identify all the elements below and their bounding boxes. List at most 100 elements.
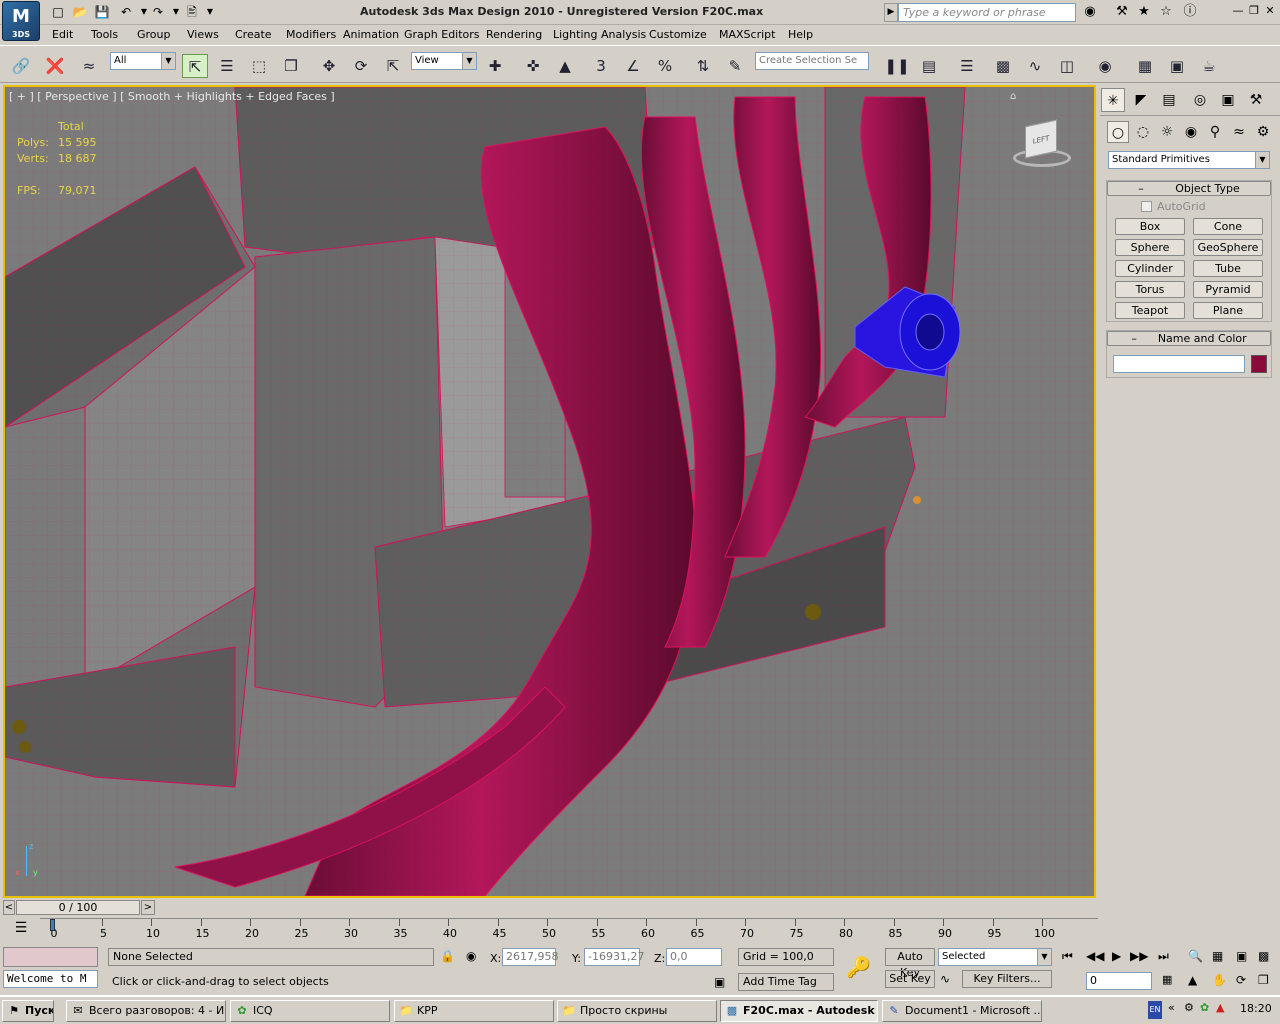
material-editor-icon[interactable]: ◉ (1092, 54, 1118, 78)
quick-render-icon[interactable]: ☕ (1196, 54, 1222, 78)
tray-network-icon[interactable]: ⚙ (1184, 1001, 1194, 1014)
align-icon[interactable]: ▤ (916, 54, 942, 78)
cylinder-button[interactable]: Cylinder (1115, 260, 1185, 277)
box-button[interactable]: Box (1115, 218, 1185, 235)
quick-access-dropdown-icon[interactable]: ▼ (200, 3, 220, 21)
maxscript-output[interactable]: Welcome to M (3, 970, 98, 988)
object-color-swatch[interactable] (1251, 355, 1267, 373)
display-tab-icon[interactable]: ▣ (1216, 88, 1240, 112)
curve-editor-icon[interactable]: ∿ (1022, 54, 1048, 78)
selection-filter-select[interactable]: All ▼ (110, 52, 176, 70)
open-file-icon[interactable]: 📂 (70, 3, 90, 21)
name-color-rollout-header[interactable]: – Name and Color (1107, 331, 1271, 346)
object-type-rollout-header[interactable]: – Object Type (1107, 181, 1271, 196)
pivot-center-icon[interactable]: ✚ (482, 54, 508, 78)
select-by-name-icon[interactable]: ☰ (214, 54, 240, 78)
favorites-icon[interactable]: ☆ (1156, 3, 1176, 21)
maximize-viewport-icon[interactable]: ❐ (1258, 973, 1269, 987)
zoom-extents-all-icon[interactable]: ▩ (1258, 949, 1269, 963)
x-coord-field[interactable]: 2617,958 (502, 948, 559, 966)
cone-button[interactable]: Cone (1193, 218, 1263, 235)
project-folder-icon[interactable]: 🖹 (182, 3, 202, 21)
restore-icon[interactable]: ❐ (1246, 4, 1262, 19)
save-file-icon[interactable]: 💾 (92, 3, 112, 21)
object-name-input[interactable] (1113, 355, 1245, 373)
home-icon[interactable]: ⌂ (1010, 91, 1020, 102)
help-icon[interactable]: ⓘ (1180, 3, 1200, 21)
menu-graph-editors[interactable]: Graph Editors (404, 28, 480, 41)
trackbar-current-frame-marker[interactable] (50, 919, 55, 931)
viewcube-face-left[interactable]: LEFT (1025, 119, 1057, 159)
motion-tab-icon[interactable]: ◎ (1188, 88, 1212, 112)
menu-lighting-analysis[interactable]: Lighting Analysis (553, 28, 646, 41)
task-word[interactable]: ✎ Document1 - Microsoft ... (882, 1000, 1042, 1022)
y-coord-field[interactable]: -16931,27 (584, 948, 644, 966)
select-and-scale-icon[interactable]: ⇱ (380, 54, 406, 78)
create-tab-icon[interactable]: ✳ (1101, 88, 1125, 112)
menu-animation[interactable]: Animation (343, 28, 399, 41)
zoom-all-icon[interactable]: ▦ (1212, 949, 1223, 963)
next-frame-icon[interactable]: ▶▶ (1130, 949, 1148, 963)
task-chat[interactable]: ✉ Всего разговоров: 4 - И... (66, 1000, 226, 1022)
close-icon[interactable]: ✕ (1262, 4, 1278, 19)
key-tangent-icon[interactable]: ∿ (940, 972, 950, 986)
z-coord-field[interactable]: 0,0 (666, 948, 722, 966)
field-of-view-icon[interactable]: ▲ (1188, 973, 1197, 987)
systems-category-icon[interactable]: ⚙ (1252, 121, 1274, 143)
undo-icon[interactable]: ↶ (116, 3, 136, 21)
maxscript-mini-listener[interactable] (3, 947, 98, 967)
pyramid-button[interactable]: Pyramid (1193, 281, 1263, 298)
geometry-category-icon[interactable]: ○ (1107, 121, 1129, 143)
add-time-tag-button[interactable]: Add Time Tag (738, 973, 834, 991)
shapes-category-icon[interactable]: ◌ (1132, 121, 1154, 143)
modify-tab-icon[interactable]: ◤ (1129, 88, 1153, 112)
task-kpp-folder[interactable]: 📁 KPP (394, 1000, 554, 1022)
autogrid-checkbox[interactable] (1141, 201, 1152, 212)
set-key-icon[interactable]: 🔑 (846, 955, 871, 979)
minimize-icon[interactable]: — (1230, 4, 1246, 19)
auto-key-button[interactable]: Auto Key (885, 948, 935, 979)
task-3dsmax[interactable]: ▩ F20C.max - Autodesk ... (720, 1000, 878, 1022)
redo-icon[interactable]: ↷ (148, 3, 168, 21)
task-screenshots-folder[interactable]: 📁 Просто скрины (557, 1000, 717, 1022)
tube-button[interactable]: Tube (1193, 260, 1263, 277)
infocenter-search-input[interactable]: Type a keyword or phrase (898, 3, 1076, 22)
menu-group[interactable]: Group (137, 28, 171, 41)
pan-icon[interactable]: ✋ (1212, 973, 1227, 987)
lock-selection-icon[interactable]: 🔒 (440, 949, 455, 963)
application-button[interactable]: M 3DS (2, 1, 40, 41)
menu-modifiers[interactable]: Modifiers (286, 28, 336, 41)
communication-icon[interactable]: ★ (1134, 3, 1154, 21)
tray-icq-icon[interactable]: ✿ (1200, 1001, 1209, 1014)
unlink-icon[interactable]: ❌ (42, 54, 68, 78)
select-and-move-icon[interactable]: ✥ (316, 54, 342, 78)
snaps-toggle-icon[interactable]: 3 (588, 54, 614, 78)
menu-help[interactable]: Help (788, 28, 813, 41)
time-slider-prev-button[interactable]: < (3, 900, 15, 915)
menu-rendering[interactable]: Rendering (486, 28, 542, 41)
cameras-category-icon[interactable]: ◉ (1180, 121, 1202, 143)
start-button[interactable]: ⚑ Пуск (2, 1000, 54, 1022)
absolute-mode-icon[interactable]: ◉ (466, 949, 476, 963)
schematic-view-icon[interactable]: ◫ (1054, 54, 1080, 78)
search-expand-icon[interactable]: ▶ (884, 3, 898, 22)
go-to-start-icon[interactable]: ⏮ (1062, 949, 1073, 964)
utilities-tab-icon[interactable]: ⚒ (1244, 88, 1268, 112)
go-to-end-icon[interactable]: ⏭ (1158, 949, 1169, 964)
play-icon[interactable]: ▶ (1112, 949, 1121, 963)
menu-views[interactable]: Views (187, 28, 219, 41)
teapot-button[interactable]: Teapot (1115, 302, 1185, 319)
graphite-ribbon-icon[interactable]: ▩ (990, 54, 1016, 78)
edit-named-selection-icon[interactable]: ✎ (722, 54, 748, 78)
layer-manager-icon[interactable]: ☰ (954, 54, 980, 78)
menu-maxscript[interactable]: MAXScript (719, 28, 775, 41)
perspective-viewport[interactable]: [ + ] [ Perspective ] [ Smooth + Highlig… (3, 85, 1096, 898)
menu-edit[interactable]: Edit (52, 28, 73, 41)
window-crossing-icon[interactable]: ❐ (278, 54, 304, 78)
previous-frame-icon[interactable]: ◀◀ (1086, 949, 1104, 963)
language-indicator[interactable]: EN (1148, 1001, 1162, 1019)
render-setup-icon[interactable]: ▦ (1132, 54, 1158, 78)
key-filters-button[interactable]: Key Filters... (962, 970, 1052, 988)
plane-button[interactable]: Plane (1193, 302, 1263, 319)
time-config-icon[interactable]: ▦ (1162, 973, 1172, 986)
